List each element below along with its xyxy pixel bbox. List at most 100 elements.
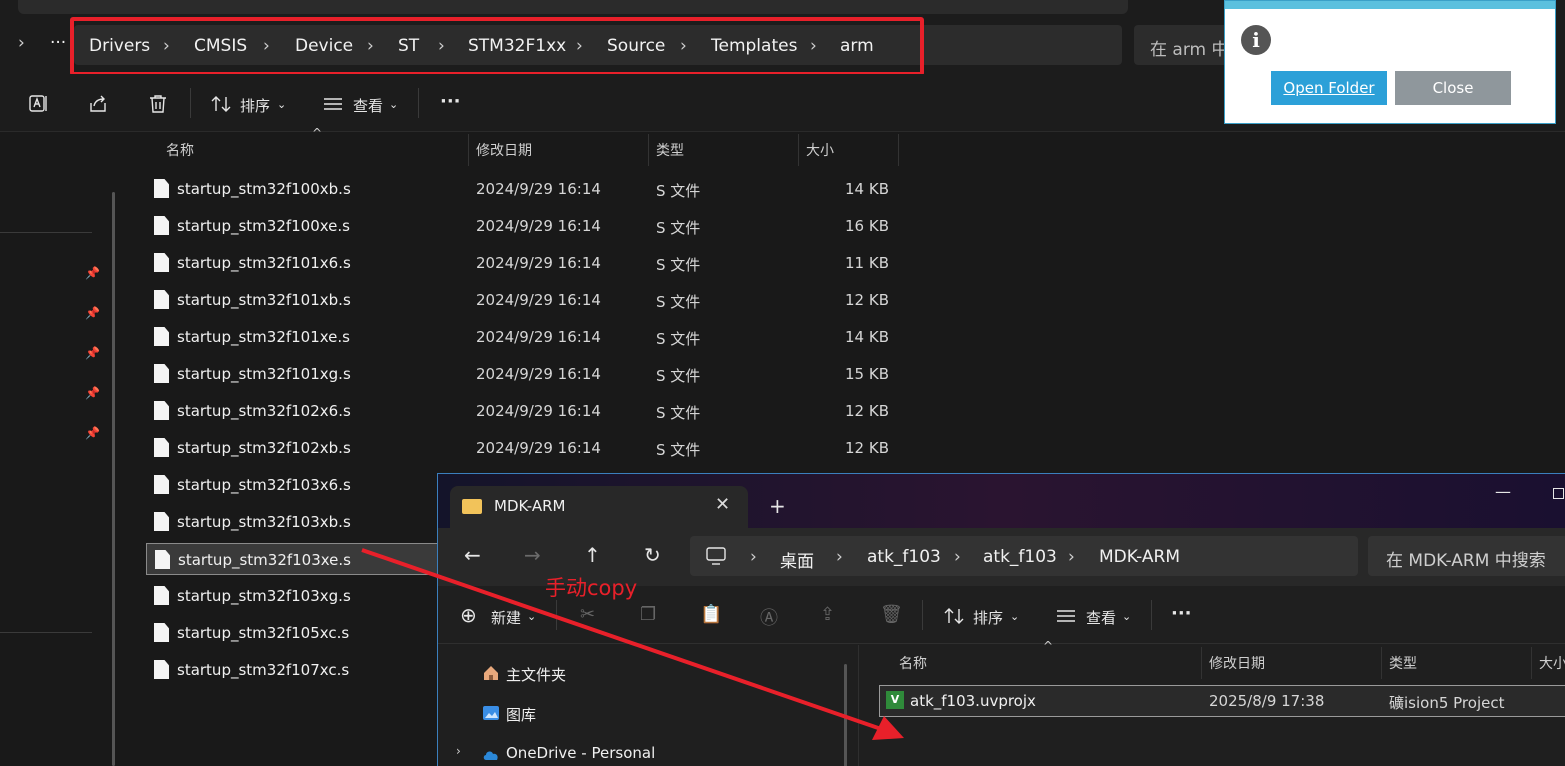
expand-chevron-icon[interactable]: › <box>18 33 25 53</box>
share-icon[interactable]: ⇪ <box>820 604 835 625</box>
view-button[interactable]: 查看 <box>1086 607 1116 628</box>
new-tab-icon[interactable]: + <box>769 494 786 518</box>
toolbar-separator <box>922 600 923 630</box>
rename-icon[interactable] <box>27 93 49 115</box>
column-separator[interactable] <box>798 134 799 166</box>
view-button[interactable]: 查看 <box>353 95 383 116</box>
nav-scrollbar[interactable] <box>112 192 115 766</box>
pin-icon[interactable]: 📌 <box>85 386 100 400</box>
search-input[interactable]: 在 MDK-ARM 中搜索 <box>1368 536 1565 576</box>
expand-chevron-icon[interactable]: › <box>456 744 461 758</box>
rename-icon[interactable]: Ⓐ <box>760 604 778 630</box>
delete-icon[interactable] <box>147 93 169 115</box>
back-arrow-icon[interactable]: ← <box>464 543 481 567</box>
more-options-button[interactable]: ··· <box>1171 603 1192 624</box>
pin-icon[interactable]: 📌 <box>85 306 100 320</box>
view-icon[interactable] <box>322 93 344 115</box>
column-separator[interactable] <box>1381 647 1382 679</box>
file-icon <box>154 475 169 494</box>
file-type: S 文件 <box>656 293 701 311</box>
table-row[interactable]: V atk_f103.uvprojx 2025/8/9 17:38 礦ision… <box>879 685 1565 717</box>
table-row[interactable]: startup_stm32f100xb.s 2024/9/29 16:14 S 文件… <box>146 173 906 205</box>
column-header-type[interactable]: 类型 <box>1389 653 1417 673</box>
chevron-down-icon[interactable]: ⌄ <box>1122 610 1131 623</box>
breadcrumb-separator-icon[interactable]: › <box>750 547 757 567</box>
open-folder-button[interactable]: Open Folder <box>1271 71 1387 105</box>
more-options-button[interactable]: ··· <box>440 91 461 112</box>
close-button[interactable]: Close <box>1395 71 1511 105</box>
breadcrumb-overflow[interactable]: ··· <box>50 33 66 53</box>
gallery-icon <box>483 706 499 720</box>
sort-indicator-icon: ^ <box>1043 639 1054 653</box>
close-tab-icon[interactable]: ✕ <box>715 494 730 515</box>
column-header-size[interactable]: 大小 <box>1539 653 1565 673</box>
sort-icon[interactable] <box>943 605 965 627</box>
share-icon[interactable] <box>87 93 109 115</box>
table-row[interactable]: startup_stm32f101xb.s 2024/9/29 16:14 S 文件… <box>146 284 906 316</box>
column-header-name[interactable]: 名称 <box>166 140 194 160</box>
column-separator[interactable] <box>1531 647 1532 679</box>
file-size: 14 KB <box>845 180 889 198</box>
pin-icon[interactable]: 📌 <box>85 426 100 440</box>
table-row[interactable]: startup_stm32f102xb.s 2024/9/29 16:14 S 文件… <box>146 432 906 464</box>
copy-icon[interactable]: ❐ <box>640 604 656 625</box>
column-header-size[interactable]: 大小 <box>806 140 834 160</box>
chevron-down-icon[interactable]: ⌄ <box>389 98 398 111</box>
breadcrumb-separator-icon[interactable]: › <box>1068 547 1075 567</box>
new-button[interactable]: 新建 <box>491 607 521 628</box>
up-arrow-icon[interactable]: ↑ <box>584 543 601 567</box>
breadcrumb-mdk-arm[interactable]: MDK-ARM <box>1099 547 1180 567</box>
file-name: startup_stm32f100xb.s <box>177 180 351 198</box>
breadcrumb-desktop[interactable]: 桌面 <box>780 547 814 572</box>
column-header-type[interactable]: 类型 <box>656 140 684 160</box>
search-input[interactable]: 在 arm 中 <box>1134 25 1234 65</box>
chevron-down-icon[interactable]: ⌄ <box>527 610 536 623</box>
cut-icon[interactable]: ✂ <box>580 604 595 625</box>
computer-icon[interactable] <box>706 547 726 565</box>
column-separator[interactable] <box>648 134 649 166</box>
toolbar-separator <box>418 88 419 118</box>
column-separator[interactable] <box>1201 647 1202 679</box>
chevron-down-icon[interactable]: ⌄ <box>277 98 286 111</box>
pin-icon[interactable]: 📌 <box>85 266 100 280</box>
breadcrumb-atk-f103-inner[interactable]: atk_f103 <box>983 547 1057 567</box>
address-bar[interactable]: › 桌面 › atk_f103 › atk_f103 › MDK-ARM <box>690 536 1358 576</box>
mdk-arm-explorer-window: MDK-ARM ✕ + — ← → ↑ ↻ › 桌面 › atk_f103 › … <box>437 473 1565 766</box>
column-header-date[interactable]: 修改日期 <box>1209 653 1265 673</box>
table-row-selected[interactable]: startup_stm32f103xe.s <box>146 543 446 575</box>
nav-scrollbar[interactable] <box>844 664 847 766</box>
tab-mdk-arm[interactable]: MDK-ARM ✕ <box>450 486 748 528</box>
breadcrumb-atk-f103[interactable]: atk_f103 <box>867 547 941 567</box>
column-separator[interactable] <box>468 134 469 166</box>
column-separator[interactable] <box>898 134 899 166</box>
column-header-date[interactable]: 修改日期 <box>476 140 532 160</box>
file-date: 2024/9/29 16:14 <box>476 291 601 309</box>
table-row[interactable]: startup_stm32f101x6.s 2024/9/29 16:14 S 文件… <box>146 247 906 279</box>
table-row[interactable]: startup_stm32f101xe.s 2024/9/29 16:14 S 文件… <box>146 321 906 353</box>
nav-item-home[interactable]: 主文件夹 <box>506 664 566 685</box>
table-row[interactable]: startup_stm32f101xg.s 2024/9/29 16:14 S 文件… <box>146 358 906 390</box>
pin-icon[interactable]: 📌 <box>85 346 100 360</box>
nav-item-onedrive[interactable]: OneDrive - Personal <box>506 744 655 762</box>
delete-icon[interactable]: 🗑 <box>880 604 903 625</box>
refresh-icon[interactable]: ↻ <box>644 543 661 567</box>
sort-button[interactable]: 排序 <box>973 607 1003 628</box>
new-plus-icon[interactable]: ⊕ <box>460 603 477 627</box>
forward-arrow-icon[interactable]: → <box>524 543 541 567</box>
column-header-name[interactable]: 名称 <box>899 653 927 673</box>
sort-icon[interactable] <box>210 93 232 115</box>
file-date: 2024/9/29 16:14 <box>476 328 601 346</box>
chevron-down-icon[interactable]: ⌄ <box>1010 610 1019 623</box>
file-size: 11 KB <box>845 254 889 272</box>
breadcrumb-highlight-box <box>70 17 924 76</box>
table-row[interactable]: startup_stm32f102x6.s 2024/9/29 16:14 S 文件… <box>146 395 906 427</box>
paste-icon[interactable]: 📋 <box>700 604 722 625</box>
table-row[interactable]: startup_stm32f100xe.s 2024/9/29 16:14 S 文件… <box>146 210 906 242</box>
maximize-icon[interactable] <box>1553 488 1564 499</box>
breadcrumb-separator-icon[interactable]: › <box>954 547 961 567</box>
nav-item-gallery[interactable]: 图库 <box>506 704 536 725</box>
view-icon[interactable] <box>1055 605 1077 627</box>
minimize-icon[interactable]: — <box>1495 482 1511 501</box>
breadcrumb-separator-icon[interactable]: › <box>836 547 843 567</box>
sort-button[interactable]: 排序 <box>240 95 270 116</box>
